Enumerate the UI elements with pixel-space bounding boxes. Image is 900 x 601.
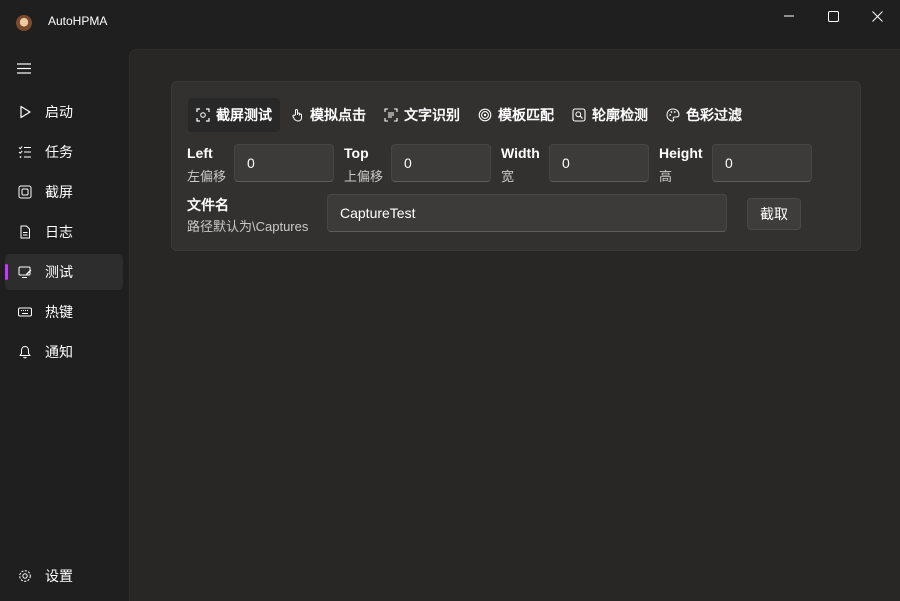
touch-icon: [292, 109, 302, 122]
close-icon: [871, 10, 883, 22]
capture-icon: [196, 108, 210, 122]
app-logo-icon: [16, 15, 32, 31]
task-list-icon: [17, 144, 33, 160]
bell-icon: [17, 344, 33, 360]
close-button[interactable]: [854, 0, 900, 32]
sidebar-item-label: 日志: [45, 224, 73, 240]
left-sublabel: 左偏移: [187, 169, 227, 184]
main-content: 截屏测试 模拟点击 文字识别 模板匹配 轮廓检测 色彩过滤 Left 左偏移 0…: [129, 49, 900, 601]
tab-label: 截屏测试: [216, 107, 272, 123]
tab-label: 模板匹配: [498, 107, 554, 123]
sidebar-item-logs[interactable]: 日志: [5, 214, 123, 250]
sidebar-nav: 启动 任务 截屏 日志 测试 热键 通知: [0, 94, 128, 374]
tab-label: 模拟点击: [310, 107, 366, 123]
sidebar-item-settings[interactable]: 设置: [5, 558, 123, 594]
title-bar: AutoHPMA: [0, 0, 900, 44]
tab-template-match[interactable]: 模板匹配: [470, 98, 562, 132]
minimize-icon: [784, 15, 794, 17]
target-icon: [478, 108, 492, 122]
top-offset-input[interactable]: [391, 144, 491, 182]
tab-label: 色彩过滤: [686, 107, 742, 123]
tab-label: 文字识别: [404, 107, 460, 123]
screenshot-icon: [17, 184, 33, 200]
sidebar-item-screenshot[interactable]: 截屏: [5, 174, 123, 210]
height-sublabel: 高: [659, 169, 673, 184]
sidebar-item-label: 截屏: [45, 184, 73, 200]
width-label: Width: [501, 145, 540, 161]
test-icon: [17, 264, 33, 280]
ocr-icon: [384, 108, 398, 122]
play-icon: [17, 104, 33, 120]
hamburger-icon: [17, 62, 31, 74]
test-panel-card: 截屏测试 模拟点击 文字识别 模板匹配 轮廓检测 色彩过滤 Left 左偏移 0…: [171, 81, 861, 251]
menu-toggle-button[interactable]: [13, 58, 35, 78]
sidebar-item-label: 通知: [45, 344, 73, 360]
maximize-icon: [827, 10, 839, 22]
left-offset-input[interactable]: [234, 144, 334, 182]
sidebar-item-label: 热键: [45, 304, 73, 320]
sidebar-item-tasks[interactable]: 任务: [5, 134, 123, 170]
palette-icon: [666, 108, 680, 122]
contour-icon: [572, 108, 586, 122]
left-label: Left: [187, 145, 213, 161]
sidebar-item-label: 任务: [45, 144, 73, 160]
sidebar-item-notifications[interactable]: 通知: [5, 334, 123, 370]
capture-button[interactable]: 截取: [747, 198, 801, 230]
sidebar-item-label: 启动: [45, 104, 73, 120]
sidebar-item-label: 设置: [45, 568, 73, 584]
tab-simulate-click[interactable]: 模拟点击: [282, 98, 374, 132]
tab-screenshot-test[interactable]: 截屏测试: [188, 98, 280, 132]
tab-text-recognition[interactable]: 文字识别: [376, 98, 468, 132]
tab-color-filter[interactable]: 色彩过滤: [658, 98, 750, 132]
minimize-button[interactable]: [766, 0, 812, 32]
top-sublabel: 上偏移: [344, 169, 384, 184]
top-label: Top: [344, 145, 369, 161]
width-input[interactable]: [549, 144, 649, 182]
tab-label: 轮廓检测: [592, 107, 648, 123]
sidebar-item-test[interactable]: 测试: [5, 254, 123, 290]
height-input[interactable]: [712, 144, 812, 182]
sidebar-item-hotkeys[interactable]: 热键: [5, 294, 123, 330]
document-icon: [17, 224, 33, 240]
sidebar-item-start[interactable]: 启动: [5, 94, 123, 130]
filename-input[interactable]: [327, 194, 727, 232]
keyboard-icon: [17, 304, 33, 320]
width-sublabel: 宽: [501, 169, 515, 184]
gear-icon: [17, 568, 33, 584]
test-tabs: 截屏测试 模拟点击 文字识别 模板匹配 轮廓检测 色彩过滤: [188, 98, 752, 132]
app-title: AutoHPMA: [48, 14, 108, 28]
maximize-button[interactable]: [810, 0, 856, 32]
sidebar-item-label: 测试: [45, 264, 73, 280]
tab-contour-detection[interactable]: 轮廓检测: [564, 98, 656, 132]
filename-label: 文件名: [187, 197, 229, 213]
height-label: Height: [659, 145, 703, 161]
filename-sublabel: 路径默认为\Captures: [187, 219, 309, 234]
